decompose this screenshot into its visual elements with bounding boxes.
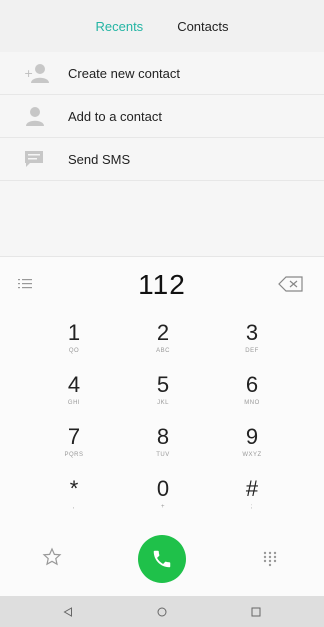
key-hash[interactable]: #; xyxy=(222,468,282,520)
key-star[interactable]: *, xyxy=(44,468,104,520)
key-4[interactable]: 4 GHI xyxy=(44,364,104,416)
message-icon xyxy=(24,145,52,173)
key-2[interactable]: 2 ABC xyxy=(133,312,193,364)
add-to-contact-label: Add to a contact xyxy=(68,108,162,124)
key-9[interactable]: 9 WXYZ xyxy=(222,416,282,468)
home-circle-icon[interactable] xyxy=(155,605,169,619)
create-new-contact-row[interactable]: + Create new contact xyxy=(0,52,324,95)
send-sms-label: Send SMS xyxy=(68,151,131,167)
person-icon xyxy=(24,102,52,130)
svg-text:+: + xyxy=(24,67,33,80)
tab-contacts[interactable]: Contacts xyxy=(177,19,228,34)
dialer-tabs: Recents Contacts xyxy=(0,0,324,52)
person-add-icon: + xyxy=(24,59,52,87)
key-5[interactable]: 5 JKL xyxy=(133,364,193,416)
tab-recents[interactable]: Recents xyxy=(95,19,143,34)
dialpad-icon[interactable] xyxy=(258,547,282,571)
quick-actions-list: + Create new contact Add to a contact Se… xyxy=(0,52,324,181)
backspace-icon[interactable] xyxy=(278,276,308,294)
back-triangle-icon[interactable] xyxy=(61,605,75,619)
dial-keypad: 1 QO 2 ABC 3 DEF 4 GHI 5 JKL 6 MNO 7 PQRS 8 TUV … xyxy=(0,312,324,522)
key-1[interactable]: 1 QO xyxy=(44,312,104,364)
key-7[interactable]: 7 PQRS xyxy=(44,416,104,468)
key-8[interactable]: 8 TUV xyxy=(133,416,193,468)
add-to-contact-row[interactable]: Add to a contact xyxy=(0,95,324,138)
dialer-actions xyxy=(0,522,324,596)
call-button[interactable] xyxy=(138,535,186,583)
star-icon[interactable] xyxy=(42,547,66,571)
dialed-number: 112 xyxy=(138,269,186,300)
system-navigation-bar xyxy=(0,596,324,627)
key-6[interactable]: 6 MNO xyxy=(222,364,282,416)
send-sms-row[interactable]: Send SMS xyxy=(0,138,324,181)
key-0[interactable]: 0 + xyxy=(133,468,193,520)
create-new-contact-label: Create new contact xyxy=(68,65,181,81)
recents-square-icon[interactable] xyxy=(249,605,263,619)
key-3[interactable]: 3 DEF xyxy=(222,312,282,364)
phone-icon xyxy=(153,550,171,568)
menu-icon[interactable] xyxy=(18,277,36,293)
dialed-number-bar: 112 xyxy=(0,256,324,313)
